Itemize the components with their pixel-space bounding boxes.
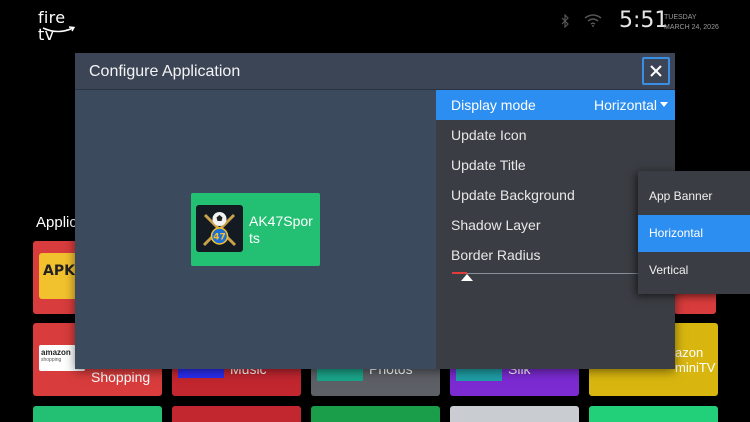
fire-tv-logo: fire tv — [38, 9, 82, 43]
preview-pane: 47 AK47Sports — [75, 90, 436, 369]
ak47sports-icon: 47 — [196, 205, 243, 252]
display-mode-dropdown: App Banner Horizontal Vertical — [638, 171, 750, 294]
wifi-icon — [584, 14, 602, 27]
date-label: MARCH 24, 2026 — [664, 24, 719, 31]
menu-item-update-icon[interactable]: Update Icon — [436, 120, 675, 150]
date-display: TUESDAY MARCH 24, 2026 — [664, 13, 719, 33]
app-badge-number: 47 — [213, 233, 226, 243]
soccer-ball-icon: 47 — [202, 212, 237, 247]
menu-label-display-mode: Display mode — [451, 97, 536, 113]
dialog-header: Configure Application — [75, 53, 675, 90]
close-icon — [650, 65, 662, 77]
slider-track — [452, 273, 662, 274]
dialog-title: Configure Application — [89, 63, 241, 80]
tile-row3-2[interactable] — [172, 406, 301, 422]
dropdown-option-horizontal[interactable]: Horizontal — [638, 215, 750, 252]
tile-label-shopping: Shopping — [91, 369, 151, 385]
applications-heading: Applic — [36, 214, 77, 231]
amazon-smile-icon — [42, 26, 76, 33]
menu-item-display-mode[interactable]: Display mode Horizontal — [436, 90, 675, 120]
tile-row3-1[interactable] — [33, 406, 162, 422]
bluetooth-icon — [561, 14, 569, 28]
slider-thumb[interactable] — [461, 274, 473, 281]
caret-down-icon — [660, 102, 668, 107]
tile-row3-3[interactable] — [311, 406, 440, 422]
tile-label-minitv: azon miniTV — [675, 345, 716, 375]
display-mode-value: Horizontal — [593, 97, 657, 113]
tile-row3-4[interactable] — [450, 406, 579, 422]
tile-row3-5[interactable] — [589, 406, 718, 422]
day-label: TUESDAY — [664, 14, 697, 21]
clock: 5:51 — [619, 8, 669, 33]
border-radius-slider[interactable] — [452, 270, 662, 284]
close-button[interactable] — [642, 57, 670, 85]
configure-application-dialog: Configure Application 47 AK47Sports Disp… — [75, 53, 675, 369]
app-preview-card: 47 AK47Sports — [191, 193, 320, 266]
dropdown-option-vertical[interactable]: Vertical — [638, 252, 750, 289]
dropdown-option-app-banner[interactable]: App Banner — [638, 178, 750, 215]
app-card-label: AK47Sports — [249, 213, 313, 246]
